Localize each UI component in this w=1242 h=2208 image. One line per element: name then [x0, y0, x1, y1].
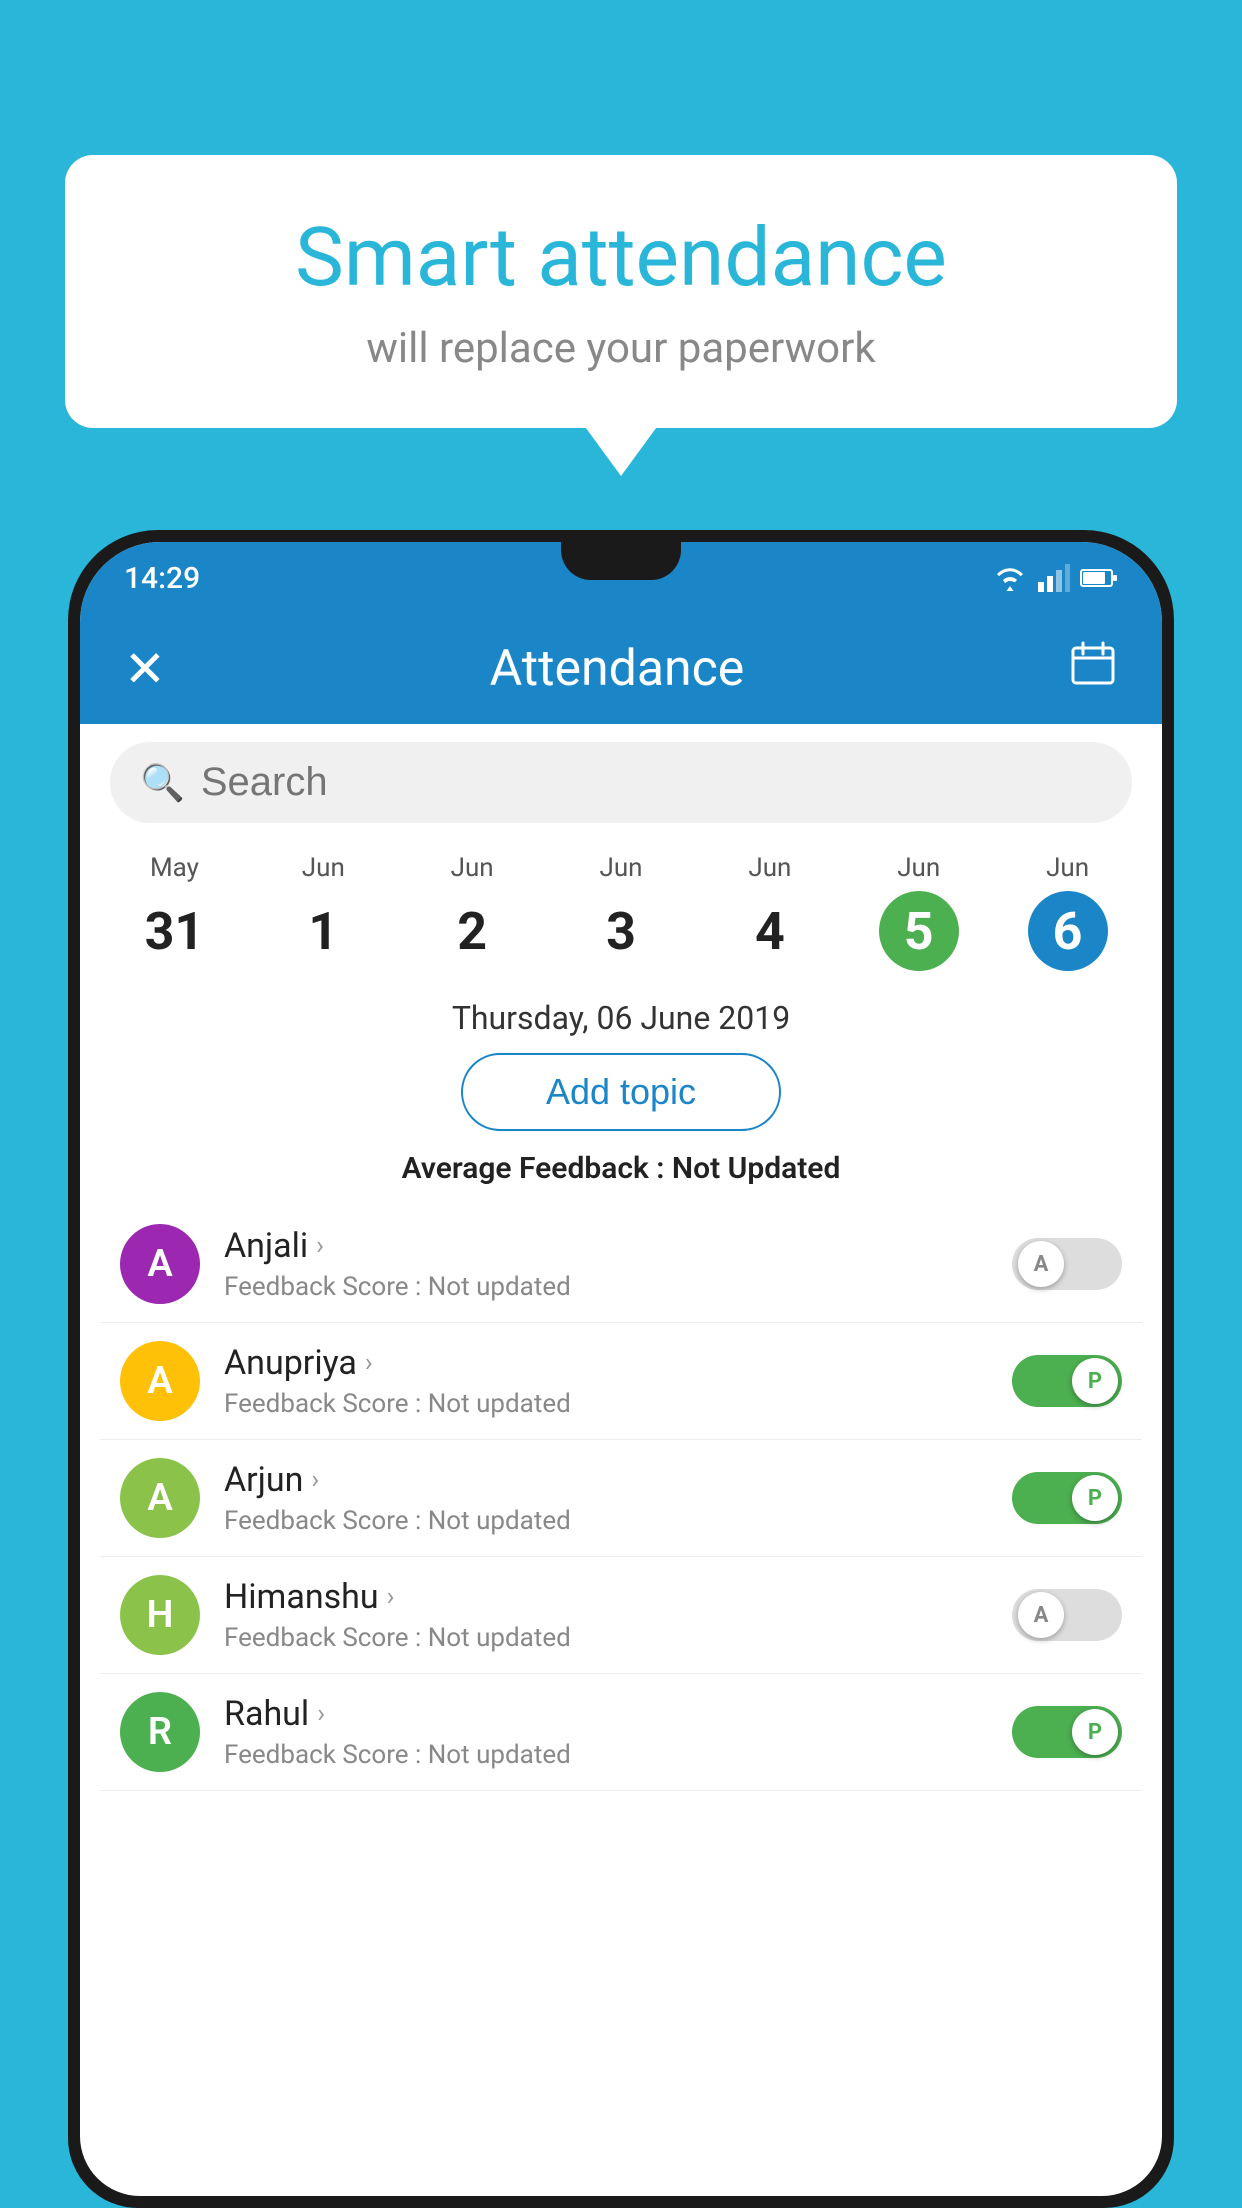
- date-item[interactable]: Jun 4: [695, 853, 844, 971]
- student-info: Rahul › Feedback Score : Not updated: [224, 1694, 988, 1770]
- phone-inner: 14:29: [80, 542, 1162, 2196]
- avg-feedback-value: Not Updated: [672, 1151, 840, 1186]
- search-bar[interactable]: 🔍: [110, 742, 1132, 823]
- status-time: 14:29: [124, 561, 200, 596]
- bubble-title: Smart attendance: [125, 210, 1117, 306]
- date-month: Jun: [547, 853, 696, 883]
- avatar: H: [120, 1575, 200, 1655]
- student-item: A Anupriya › Feedback Score : Not updated P: [100, 1323, 1142, 1440]
- date-month: Jun: [844, 853, 993, 883]
- feedback-score: Feedback Score : Not updated: [224, 1623, 988, 1653]
- attendance-toggle[interactable]: P: [1012, 1706, 1122, 1758]
- students-list: AAnjali ›Feedback Score : Not updatedAAA…: [100, 1206, 1142, 1791]
- avatar: A: [120, 1458, 200, 1538]
- avg-feedback-label: Average Feedback :: [402, 1151, 672, 1186]
- student-info: Anjali › Feedback Score : Not updated: [224, 1226, 988, 1302]
- date-row: May 31 Jun 1 Jun 2 Jun 3 Jun 4 Jun 5 Jun 6: [80, 841, 1162, 971]
- signal-icon: [1038, 564, 1070, 592]
- date-month: Jun: [398, 853, 547, 883]
- student-name[interactable]: Himanshu ›: [224, 1577, 988, 1617]
- avg-feedback: Average Feedback : Not Updated: [100, 1151, 1142, 1186]
- notch: [561, 542, 681, 580]
- date-month: Jun: [695, 853, 844, 883]
- attendance-toggle[interactable]: A: [1012, 1238, 1122, 1290]
- app-bar: ✕ Attendance: [80, 614, 1162, 724]
- selected-date-label: Thursday, 06 June 2019: [100, 999, 1142, 1037]
- date-month: Jun: [249, 853, 398, 883]
- speech-bubble-container: Smart attendance will replace your paper…: [65, 155, 1177, 428]
- feedback-score: Feedback Score : Not updated: [224, 1272, 988, 1302]
- student-name[interactable]: Rahul ›: [224, 1694, 988, 1734]
- student-item: A Anjali › Feedback Score : Not updated A: [100, 1206, 1142, 1323]
- student-info: Himanshu › Feedback Score : Not updated: [224, 1577, 988, 1653]
- student-name[interactable]: Anjali ›: [224, 1226, 988, 1266]
- student-name[interactable]: Arjun ›: [224, 1460, 988, 1500]
- date-day: 2: [432, 891, 512, 971]
- search-icon: 🔍: [140, 762, 185, 804]
- student-item: R Rahul › Feedback Score : Not updated P: [100, 1674, 1142, 1791]
- date-day: 31: [134, 891, 214, 971]
- speech-bubble: Smart attendance will replace your paper…: [65, 155, 1177, 428]
- date-item[interactable]: Jun 5: [844, 853, 993, 971]
- feedback-score: Feedback Score : Not updated: [224, 1506, 988, 1536]
- attendance-toggle[interactable]: P: [1012, 1355, 1122, 1407]
- date-item[interactable]: Jun 1: [249, 853, 398, 971]
- date-day: 4: [730, 891, 810, 971]
- feedback-score: Feedback Score : Not updated: [224, 1389, 988, 1419]
- date-day: 6: [1028, 891, 1108, 971]
- student-name[interactable]: Anupriya ›: [224, 1343, 988, 1383]
- add-topic-button[interactable]: Add topic: [461, 1053, 781, 1131]
- date-item[interactable]: Jun 6: [993, 853, 1142, 971]
- feedback-score: Feedback Score : Not updated: [224, 1740, 988, 1770]
- avatar: A: [120, 1341, 200, 1421]
- battery-icon: [1080, 567, 1118, 589]
- student-item: H Himanshu › Feedback Score : Not updated A: [100, 1557, 1142, 1674]
- app-bar-title: Attendance: [490, 640, 745, 698]
- date-day: 5: [879, 891, 959, 971]
- date-month: May: [100, 853, 249, 883]
- student-info: Anupriya › Feedback Score : Not updated: [224, 1343, 988, 1419]
- search-input[interactable]: [201, 760, 1102, 805]
- date-month: Jun: [993, 853, 1142, 883]
- content-area: Thursday, 06 June 2019 Add topic Average…: [80, 971, 1162, 1799]
- student-item: A Arjun › Feedback Score : Not updated P: [100, 1440, 1142, 1557]
- status-icons: [992, 564, 1118, 592]
- date-item[interactable]: Jun 3: [547, 853, 696, 971]
- date-day: 1: [283, 891, 363, 971]
- date-item[interactable]: Jun 2: [398, 853, 547, 971]
- student-info: Arjun › Feedback Score : Not updated: [224, 1460, 988, 1536]
- close-button[interactable]: ✕: [124, 640, 166, 699]
- avatar: R: [120, 1692, 200, 1772]
- calendar-button[interactable]: [1068, 638, 1118, 701]
- status-bar: 14:29: [80, 542, 1162, 614]
- attendance-toggle[interactable]: A: [1012, 1589, 1122, 1641]
- bubble-subtitle: will replace your paperwork: [125, 324, 1117, 373]
- date-item[interactable]: May 31: [100, 853, 249, 971]
- avatar: A: [120, 1224, 200, 1304]
- wifi-icon: [992, 564, 1028, 592]
- attendance-toggle[interactable]: P: [1012, 1472, 1122, 1524]
- phone-frame: 14:29: [68, 530, 1174, 2208]
- date-day: 3: [581, 891, 661, 971]
